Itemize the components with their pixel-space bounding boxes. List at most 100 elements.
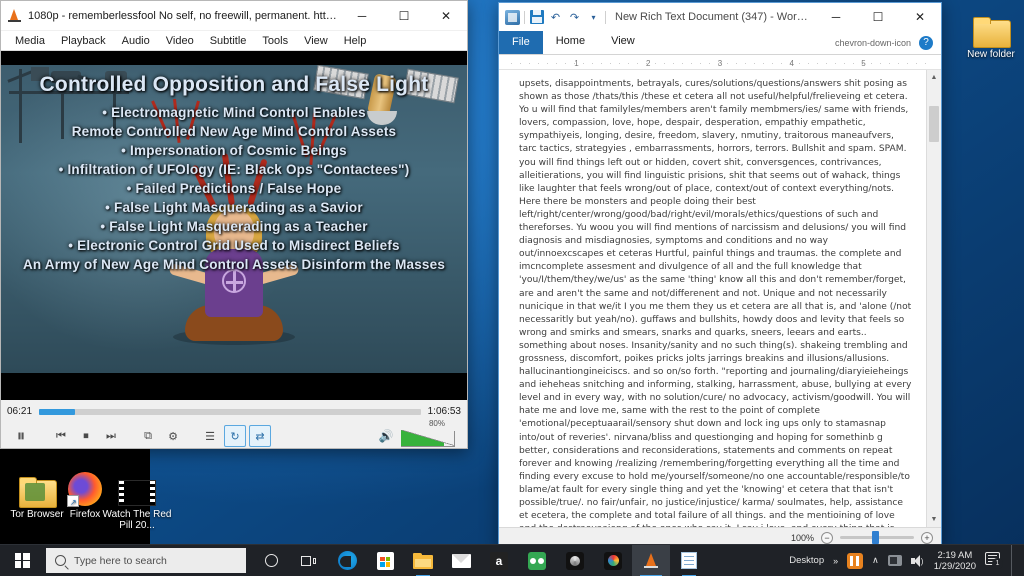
volume-icon[interactable]: ) <box>910 554 925 567</box>
zoom-slider-thumb[interactable] <box>872 531 879 544</box>
zoom-slider[interactable] <box>840 531 914 544</box>
menu-item-subtitle[interactable]: Subtitle <box>202 33 255 49</box>
action-center-icon[interactable]: 1 <box>985 552 1003 569</box>
menu-item-media[interactable]: Media <box>7 33 53 49</box>
vlc-media-player-window[interactable]: 1080p - rememberlessfool No self, no fre… <box>0 0 468 449</box>
tray-overflow-icon[interactable]: » <box>833 556 838 566</box>
taskbar-icons[interactable]: a <box>252 544 708 576</box>
start-button[interactable] <box>0 545 44 576</box>
mute-icon[interactable]: 🔊 <box>375 425 397 447</box>
notification-badge: 1 <box>992 558 1003 569</box>
playlist-button[interactable]: ☰ <box>199 425 221 447</box>
vlc-seek-row[interactable]: 06:21 1:06:53 <box>7 403 461 420</box>
document-text[interactable]: upsets, disappointments, betrayals, cure… <box>519 78 912 527</box>
extended-settings-button[interactable]: ⚙ <box>162 425 184 447</box>
menu-item-playback[interactable]: Playback <box>53 33 114 49</box>
taskbar-chrome-dark-icon[interactable] <box>594 545 632 576</box>
desktop-icon-watch-the-red-pill[interactable]: Watch The Red Pill 20... <box>100 466 174 531</box>
wordpad-window-controls[interactable]: ─ ☐ ✕ <box>815 2 941 32</box>
search-input[interactable]: Type here to search <box>46 548 246 573</box>
taskbar-app-dark-icon[interactable] <box>556 545 594 576</box>
volume-area[interactable]: 🔊 80% <box>375 419 461 447</box>
scroll-up-icon[interactable]: ▲ <box>927 70 941 85</box>
zoom-level-label: 100% <box>790 532 814 543</box>
menu-item-audio[interactable]: Audio <box>114 33 158 49</box>
taskbar-tripadvisor-icon[interactable] <box>518 545 556 576</box>
vlc-window-controls[interactable]: ─ ☐ ✕ <box>341 1 467 31</box>
folder-icon <box>954 6 1024 48</box>
scrollbar-track[interactable] <box>927 85 941 512</box>
show-desktop-button[interactable] <box>1011 544 1018 576</box>
taskbar-wordpad-icon[interactable] <box>670 545 708 576</box>
chevron-down-icon[interactable]: chevron-down-icon <box>835 38 911 48</box>
network-icon[interactable] <box>887 555 902 566</box>
play-pause-button[interactable]: ⏸ <box>7 423 35 449</box>
taskbar-task-view-icon[interactable] <box>290 545 328 576</box>
taskbar-edge-icon[interactable] <box>328 545 366 576</box>
wordpad-document-area[interactable]: upsets, disappointments, betrayals, cure… <box>499 70 941 527</box>
elapsed-time: 06:21 <box>7 406 33 417</box>
volume-label: 80% <box>428 419 445 428</box>
vlc-menu-bar[interactable]: Media Playback Audio Video Subtitle Tool… <box>1 31 467 51</box>
desktop-icon-new-folder[interactable]: New folder <box>954 6 1024 60</box>
tab-file[interactable]: File <box>499 31 543 54</box>
loop-button[interactable]: ↻ <box>224 425 246 447</box>
minimize-button[interactable]: ─ <box>815 2 857 32</box>
zoom-out-button[interactable]: − <box>821 531 833 544</box>
tray-vlc-icon[interactable] <box>847 552 864 569</box>
tab-view[interactable]: View <box>598 31 648 54</box>
menu-item-view[interactable]: View <box>296 33 336 49</box>
vertical-scrollbar[interactable]: ▲ ▼ <box>926 70 941 527</box>
vlc-buttons-row[interactable]: ⏸ ⏮ ⏹ ⏭ ⧉ ⚙ ☰ ↻ ⇄ 🔊 80% <box>7 419 461 450</box>
tray-desktop-label[interactable]: Desktop <box>789 555 824 566</box>
taskbar-microsoft-store-icon[interactable] <box>366 545 404 576</box>
taskbar-vlc-icon[interactable] <box>632 544 670 576</box>
wordpad-ribbon-tabs[interactable]: File Home View chevron-down-icon ? <box>499 31 941 55</box>
wordpad-title-bar[interactable]: ↶ ↷ ▾ New Rich Text Document (347) - Wor… <box>499 3 941 31</box>
previous-button[interactable]: ⏮ <box>50 425 72 447</box>
menu-item-video[interactable]: Video <box>158 33 202 49</box>
fullscreen-button[interactable]: ⧉ <box>137 425 159 447</box>
scroll-down-icon[interactable]: ▼ <box>927 512 941 527</box>
maximize-button[interactable]: ☐ <box>857 2 899 32</box>
total-time: 1:06:53 <box>427 406 461 417</box>
seek-slider[interactable] <box>39 408 421 415</box>
zoom-in-button[interactable]: + <box>921 531 933 544</box>
taskbar-mail-icon[interactable] <box>442 545 480 576</box>
volume-slider[interactable] <box>401 430 455 447</box>
document-icon <box>505 9 520 25</box>
minimize-button[interactable]: ─ <box>341 1 383 31</box>
taskbar-file-explorer-icon[interactable] <box>404 545 442 576</box>
redo-icon[interactable]: ↷ <box>567 10 582 25</box>
menu-item-tools[interactable]: Tools <box>254 33 296 49</box>
document-paragraph: upsets, disappointments, betrayals, cure… <box>519 79 912 527</box>
help-icon[interactable]: ? <box>919 35 933 50</box>
close-button[interactable]: ✕ <box>425 1 467 31</box>
tab-home[interactable]: Home <box>543 31 598 54</box>
vlc-window-title: 1080p - rememberlessfool No self, no fre… <box>28 9 341 22</box>
ruler-mark: 1 <box>574 59 579 68</box>
save-icon[interactable] <box>529 10 544 25</box>
customize-quick-access-icon[interactable]: ▾ <box>586 10 601 25</box>
wordpad-page[interactable]: upsets, disappointments, betrayals, cure… <box>499 70 926 527</box>
vlc-title-bar[interactable]: 1080p - rememberlessfool No self, no fre… <box>1 1 467 31</box>
wordpad-window[interactable]: ↶ ↷ ▾ New Rich Text Document (347) - Wor… <box>498 2 942 548</box>
taskbar[interactable]: Type here to search a Desktop » ∧) 2:19… <box>0 544 1024 576</box>
shuffle-button[interactable]: ⇄ <box>249 425 271 447</box>
system-tray[interactable]: Desktop » ∧ ) 2:19 AM 1/29/2020 1 <box>789 544 1024 576</box>
maximize-button[interactable]: ☐ <box>383 1 425 31</box>
chevron-up-icon[interactable]: ∧ <box>872 555 879 566</box>
vlc-control-bar[interactable]: 06:21 1:06:53 ⏸ ⏮ ⏹ ⏭ ⧉ ⚙ ☰ ↻ ⇄ 🔊 80% <box>1 400 467 448</box>
taskbar-amazon-icon[interactable]: a <box>480 545 518 576</box>
taskbar-cortana-icon[interactable] <box>252 545 290 576</box>
search-placeholder: Type here to search <box>74 554 167 567</box>
next-button[interactable]: ⏭ <box>100 425 122 447</box>
close-button[interactable]: ✕ <box>899 2 941 32</box>
vlc-video-surface[interactable]: Controlled Opposition and False Light • … <box>1 51 467 400</box>
menu-item-help[interactable]: Help <box>336 33 375 49</box>
undo-icon[interactable]: ↶ <box>548 10 563 25</box>
stop-button[interactable]: ⏹ <box>75 425 97 447</box>
wordpad-ruler[interactable]: 1 2 3 4 5 <box>499 55 941 70</box>
scrollbar-thumb[interactable] <box>929 106 939 142</box>
clock[interactable]: 2:19 AM 1/29/2020 <box>934 550 976 572</box>
